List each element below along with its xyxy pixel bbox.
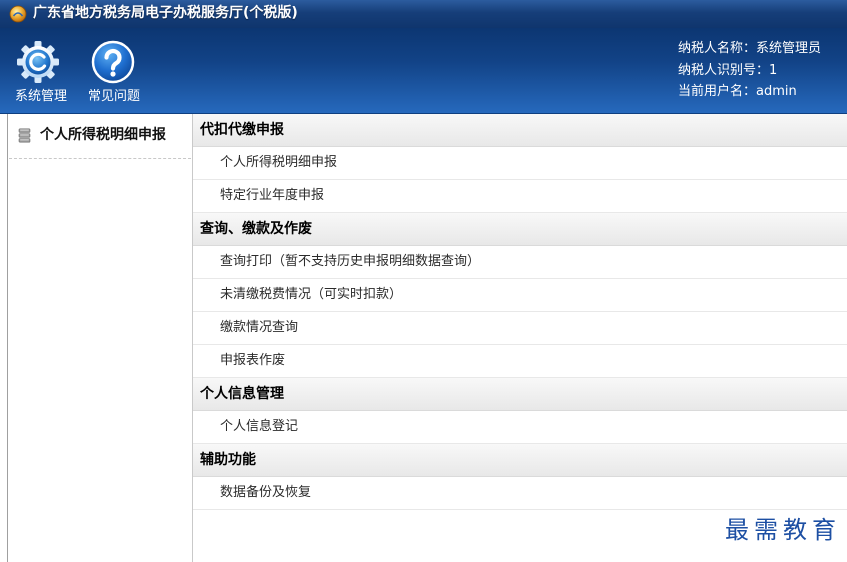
current-user-row: 当前用户名：admin (678, 81, 838, 103)
menu-item-personal-info-registration[interactable]: 个人信息登记 (193, 411, 847, 444)
sidebar-item-income-tax-detail[interactable]: 个人所得税明细申报 (8, 114, 192, 157)
current-user-value: admin (756, 84, 797, 99)
menu-item-income-tax-detail-declaration[interactable]: 个人所得税明细申报 (193, 147, 847, 180)
watermark: 最需教育 (725, 516, 841, 544)
menu-item-payment-query[interactable]: 缴款情况查询 (193, 312, 847, 345)
question-icon (91, 40, 135, 84)
sidebar-separator (9, 158, 191, 159)
taxpayer-id-label: 纳税人识别号： (678, 62, 770, 78)
window-title: 广东省地方税务局电子办税服务厅(个税版) (33, 5, 298, 21)
sidebar: 个人所得税明细申报 (8, 114, 192, 562)
section-header-auxiliary-functions: 辅助功能 (193, 444, 847, 477)
menu-item-data-backup-restore[interactable]: 数据备份及恢复 (193, 477, 847, 510)
user-info-panel: 纳税人名称：系统管理员 纳税人识别号：1 当前用户名：admin (678, 38, 838, 103)
system-management-button[interactable]: 系统管理 (6, 34, 76, 110)
section-header-withholding-declaration: 代扣代缴申报 (193, 114, 847, 147)
menu-item-void-declaration[interactable]: 申报表作废 (193, 345, 847, 378)
menu-item-unpaid-tax-status[interactable]: 未清缴税费情况（可实时扣款） (193, 279, 847, 312)
app-logo-icon (9, 5, 27, 23)
sidebar-item-label: 个人所得税明细申报 (40, 127, 166, 143)
function-menu: 代扣代缴申报 个人所得税明细申报 特定行业年度申报 查询、缴款及作废 查询打印（… (193, 114, 847, 562)
taxpayer-name-value: 系统管理员 (756, 41, 822, 56)
title-bar: 广东省地方税务局电子办税服务厅(个税版) (0, 0, 847, 28)
header-toolbar: 系统管理 常见问题 纳税人名称：系统管理员 纳税人识别号：1 当前用户名：adm… (0, 28, 847, 114)
database-icon (18, 128, 31, 143)
menu-item-special-industry-annual-declaration[interactable]: 特定行业年度申报 (193, 180, 847, 213)
current-user-label: 当前用户名： (678, 84, 757, 99)
menu-item-query-print[interactable]: 查询打印（暂不支持历史申报明细数据查询） (193, 246, 847, 279)
taxpayer-id-row: 纳税人识别号：1 (678, 60, 838, 82)
taxpayer-name-row: 纳税人名称：系统管理员 (678, 38, 838, 60)
gear-icon (16, 40, 60, 84)
section-header-query-payment-void: 查询、缴款及作废 (193, 213, 847, 246)
taxpayer-name-label: 纳税人名称： (678, 41, 757, 56)
faq-label: 常见问题 (87, 89, 140, 104)
section-header-personal-info: 个人信息管理 (193, 378, 847, 411)
taxpayer-id-value: 1 (769, 62, 778, 78)
system-management-label: 系统管理 (14, 89, 67, 104)
faq-button[interactable]: 常见问题 (79, 34, 149, 110)
